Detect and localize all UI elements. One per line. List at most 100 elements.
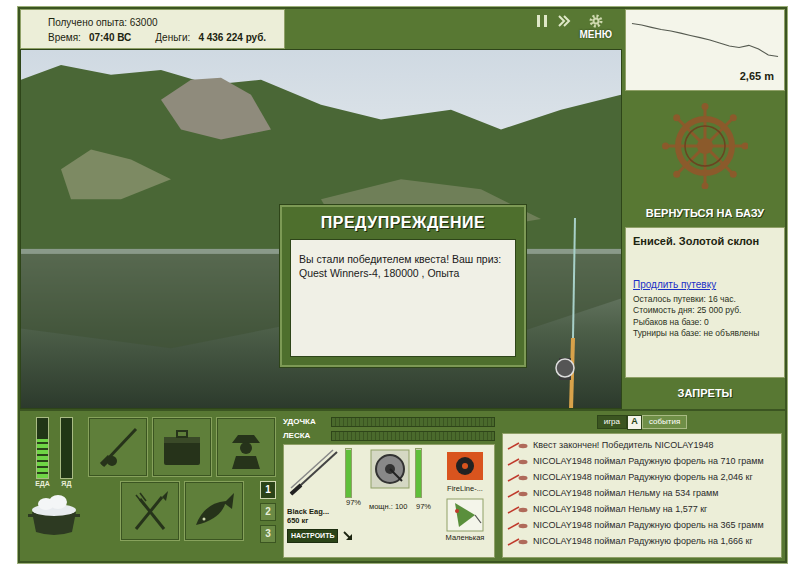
event-row: NICOLAY1948 поймал Нельму на 1,577 кг xyxy=(507,502,777,518)
depth-reading: 2,65 m xyxy=(630,68,780,85)
event-text: NICOLAY1948 поймал Радужную форель на 36… xyxy=(533,519,764,533)
catch-icon xyxy=(507,441,529,451)
catch-icon xyxy=(507,489,529,499)
menu-button[interactable]: МЕНЮ xyxy=(579,13,612,40)
trip-detail: Рыбаков на базе: 0 xyxy=(633,317,777,328)
pause-icon[interactable] xyxy=(535,13,549,29)
depth-chart: 2,65 m xyxy=(625,9,785,91)
tension-track xyxy=(331,431,495,441)
event-text: Квест закончен! Победитель NICOLAY1948 xyxy=(533,439,714,453)
catch-icon xyxy=(507,457,529,467)
reel-slot[interactable]: мощн.: 100 97% xyxy=(369,448,435,554)
trip-detail: Осталось путевки: 16 час. xyxy=(633,294,777,305)
reel-condition-fill xyxy=(416,450,421,497)
depth-profile xyxy=(630,12,780,68)
reel-condition-track xyxy=(415,448,422,498)
page-button[interactable]: 2 xyxy=(260,503,276,521)
food-button[interactable] xyxy=(120,481,180,541)
fisherman-button[interactable] xyxy=(216,417,276,477)
event-row: NICOLAY1948 поймал Радужную форель на 71… xyxy=(507,454,777,470)
experience-text: Получено опыта: 63000 xyxy=(48,15,276,30)
rod-icon xyxy=(94,423,142,471)
page-button[interactable]: 1 xyxy=(260,481,276,499)
extend-trip-link[interactable]: Продлить путевку xyxy=(633,278,716,292)
rod-picture-icon xyxy=(287,448,341,498)
rod-name: Black Eag... xyxy=(287,507,365,516)
event-text: NICOLAY1948 поймал Радужную форель на 71… xyxy=(533,455,764,469)
ship-wheel-icon[interactable] xyxy=(662,103,748,189)
money-value: 4 436 224 руб. xyxy=(198,30,266,45)
return-to-base-button[interactable]: ВЕРНУТЬСЯ НА БАЗУ xyxy=(625,201,785,227)
gauge-track xyxy=(60,417,73,479)
menu-label[interactable]: МЕНЮ xyxy=(579,30,612,40)
catch-icon xyxy=(507,473,529,483)
arrow-icon[interactable] xyxy=(342,530,354,542)
log-switch[interactable]: играAсобытия xyxy=(502,414,782,430)
fish-icon xyxy=(190,487,238,535)
depth-line xyxy=(632,24,778,57)
base-info: Енисей. Золотой склон Продлить путевку О… xyxy=(625,227,785,378)
dialog-title: ПРЕДУПРЕЖДЕНИЕ xyxy=(290,205,516,239)
gauge: ЯД xyxy=(60,417,73,488)
rod-slot[interactable]: 97% Black Eag... 650 кг НАСТРОИТЬ xyxy=(287,448,365,554)
event-text: NICOLAY1948 поймал Радужную форель на 2,… xyxy=(533,471,753,485)
pot-icon[interactable] xyxy=(26,492,82,538)
gauge-label: ЕДА xyxy=(35,480,50,488)
tension-label: ЛЕСКА xyxy=(283,432,327,441)
log-tab[interactable]: события xyxy=(642,415,687,429)
event-text: NICOLAY1948 поймал Нельму на 1,577 кг xyxy=(533,503,707,517)
lure-name: Маленькая xyxy=(446,533,485,542)
event-text: NICOLAY1948 поймал Радужную форель на 1,… xyxy=(533,535,753,549)
rod-load: 650 кг xyxy=(287,516,365,525)
catch-button[interactable] xyxy=(184,481,244,541)
line-spool-icon xyxy=(443,448,487,484)
line-slot[interactable]: FireLine-... Маленькая xyxy=(439,448,491,554)
event-row: NICOLAY1948 поймал Радужную форель на 2,… xyxy=(507,470,777,486)
rod-condition-fill xyxy=(346,450,351,497)
catch-icon xyxy=(507,521,529,531)
time-label: Время: xyxy=(48,30,81,45)
fisherman-icon xyxy=(222,423,270,471)
game-window: Получено опыта: 63000 Время: 07:40 ВС Де… xyxy=(18,7,787,563)
warning-dialog: ПРЕДУПРЕЖДЕНИЕ Вы стали победителем квес… xyxy=(279,204,527,368)
trip-detail: Турниры на базе: не объявлены xyxy=(633,328,777,339)
log-tab[interactable]: игра xyxy=(597,415,627,429)
catch-icon xyxy=(507,505,529,515)
knife-fork-icon xyxy=(126,487,174,535)
gauge: ЕДА xyxy=(35,417,50,488)
lure-icon[interactable] xyxy=(443,497,487,533)
event-row: NICOLAY1948 поймал Радужную форель на 36… xyxy=(507,518,777,534)
catch-icon xyxy=(507,537,529,547)
reel-condition: 97% xyxy=(416,502,431,511)
dialog-message: Вы стали победителем квеста! Ваш приз: Q… xyxy=(290,239,516,357)
speed-icon[interactable] xyxy=(557,13,571,29)
money-label: Деньги: xyxy=(155,30,190,45)
tackle-box-button[interactable] xyxy=(152,417,212,477)
rod-condition: 97% xyxy=(287,498,365,507)
event-log: Квест закончен! Победитель NICOLAY1948 NI… xyxy=(502,433,782,558)
line-name: FireLine-... xyxy=(447,484,483,493)
time-value: 07:40 ВС xyxy=(89,30,131,45)
event-row: NICOLAY1948 поймал Радужную форель на 1,… xyxy=(507,534,777,550)
tackle-box-icon xyxy=(158,423,206,471)
gauge-track xyxy=(36,417,49,479)
gear-icon xyxy=(588,13,604,29)
fishing-scene[interactable]: ПРЕДУПРЕЖДЕНИЕ Вы стали победителем квес… xyxy=(20,49,622,409)
event-text: NICOLAY1948 поймал Нельму на 534 грамм xyxy=(533,487,718,501)
page-button[interactable]: 3 xyxy=(260,525,276,543)
tackle-slots: 97% Black Eag... 650 кг НАСТРОИТЬ мощн.:… xyxy=(283,444,495,558)
location-name: Енисей. Золотой склон xyxy=(633,234,777,249)
tension-row: УДОЧКА xyxy=(283,417,495,427)
gauge-label: ЯД xyxy=(61,480,71,488)
setup-button[interactable]: НАСТРОИТЬ xyxy=(287,529,338,543)
gauge-fill xyxy=(37,439,48,478)
rods-button[interactable] xyxy=(88,417,148,477)
rod-condition-track xyxy=(345,448,352,498)
event-row: NICOLAY1948 поймал Нельму на 534 грамм xyxy=(507,486,777,502)
switch-knob[interactable]: A xyxy=(627,415,642,430)
tension-row: ЛЕСКА xyxy=(283,431,495,441)
fishing-rod-icon[interactable] xyxy=(551,218,591,409)
trip-detail: Стоимость дня: 25 000 руб. xyxy=(633,305,777,316)
tension-label: УДОЧКА xyxy=(283,418,327,427)
bans-button[interactable]: ЗАПРЕТЫ xyxy=(625,378,785,410)
